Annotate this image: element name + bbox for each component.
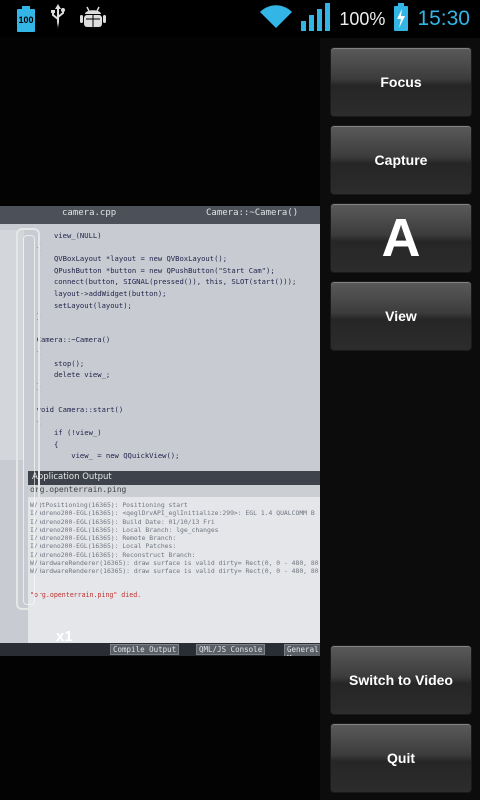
code-line: void Camera::start() [28, 404, 124, 414]
log-line: W/HardwareRenderer(16365): draw surface … [30, 567, 319, 576]
focus-button-label: Focus [380, 74, 422, 90]
code-line: QPushButton *button = new QPushButton("S… [28, 265, 275, 275]
camera-preview-image: camera.cpp Camera::~Camera() view_(NULL)… [0, 206, 320, 656]
log-line: I/Adreno200-EGL(16365): Reconstruct Bran… [30, 550, 196, 559]
cell-signal-icon [301, 3, 331, 35]
auto-mode-label: A [381, 208, 421, 268]
capture-button-label: Capture [374, 152, 428, 168]
log-line: I/Adreno200-EGL(16365): Build Date: 01/1… [30, 517, 215, 526]
battery-percent: 100% [339, 8, 386, 29]
code-line: if (!view_) [28, 428, 102, 438]
log-line: W/HardwareRenderer(16365): draw surface … [30, 559, 319, 568]
output-app-tab: org.openterrain.ping [30, 485, 127, 494]
output-log: W/QtPositioning(16365): Positioning star… [28, 497, 320, 643]
log-text: W/QtPositioning(16365): Positioning star… [30, 501, 319, 576]
view-button-label: View [385, 308, 417, 324]
log-line: I/Adreno200-EGL(16365): Remote Branch: [30, 534, 177, 543]
code-line: setLayout(layout); [28, 300, 132, 310]
code-line: } [28, 381, 41, 391]
ide-bottom-tabs: Compile Output QML/JS Console General M [0, 643, 320, 656]
code-line: { [28, 242, 41, 252]
camera-viewfinder[interactable]: camera.cpp Camera::~Camera() view_(NULL)… [0, 38, 320, 800]
editor-tab-bar: camera.cpp Camera::~Camera() [0, 206, 320, 224]
output-pane-header: Application Output [28, 471, 320, 485]
code-line: connect(button, SIGNAL(pressed()), this,… [28, 277, 297, 287]
code-line: QVBoxLayout *layout = new QVBoxLayout(); [28, 254, 228, 264]
quit-button-label: Quit [387, 750, 415, 766]
output-pane-title: Application Output [32, 472, 112, 482]
code-line: stop(); [28, 358, 85, 368]
code-line: { [28, 416, 41, 426]
battery-charging-icon [393, 3, 409, 35]
code-line: Camera::~Camera() [28, 335, 111, 345]
code-line: layout->addWidget(button); [28, 288, 167, 298]
auto-mode-button[interactable]: A [330, 203, 472, 273]
code-line: { [28, 439, 59, 449]
code-line: } [28, 312, 41, 322]
switch-to-video-label: Switch to Video [349, 672, 453, 688]
editor-symbol-tab: Camera::~Camera() [206, 208, 299, 218]
camera-controls-panel: Focus Capture A View Switch to Video Qui… [320, 38, 480, 800]
editor-file-tab: camera.cpp [62, 208, 117, 218]
log-error-line: "org.openterrain.ping" died. [30, 591, 142, 599]
ide-tab-qml-console: QML/JS Console [196, 644, 266, 655]
switch-to-video-button[interactable]: Switch to Video [330, 645, 472, 715]
log-line: I/Adreno200-EGL(16365): Local Branch: lg… [30, 525, 219, 534]
focus-button[interactable]: Focus [330, 47, 472, 117]
zoom-slider[interactable] [16, 228, 40, 610]
clock: 15:30 [417, 7, 470, 30]
view-button[interactable]: View [330, 281, 472, 351]
ide-tab-compile-output: Compile Output [110, 644, 180, 655]
code-line: view_ = new QQuickView(); [28, 451, 180, 461]
code-line: delete view_; [28, 370, 111, 380]
status-bar: 100 100% 15:30 [0, 0, 480, 38]
log-line: I/Adreno200-EGL(16365): <qeglDrvAPI_eglI… [30, 509, 315, 518]
usb-icon [50, 4, 66, 34]
notification-icons: 100 [0, 0, 106, 38]
wifi-icon [259, 4, 293, 34]
android-debug-icon [80, 4, 106, 34]
zoom-slider-track [23, 235, 35, 605]
code-line: view_(NULL) [28, 231, 102, 240]
log-line: W/QtPositioning(16365): Positioning star… [30, 501, 188, 509]
battery-notification-icon: 100 [16, 6, 36, 32]
code-line: { [28, 346, 41, 356]
output-tab-bar: org.openterrain.ping [28, 485, 320, 497]
log-line: I/Adreno200-EGL(16365): Local Patches: [30, 542, 177, 551]
notification-count: 100 [18, 15, 34, 25]
capture-button[interactable]: Capture [330, 125, 472, 195]
system-indicators: 100% 15:30 [259, 0, 480, 38]
zoom-level-label: x1 [56, 628, 73, 645]
ide-tab-general: General M [284, 644, 320, 656]
quit-button[interactable]: Quit [330, 723, 472, 793]
